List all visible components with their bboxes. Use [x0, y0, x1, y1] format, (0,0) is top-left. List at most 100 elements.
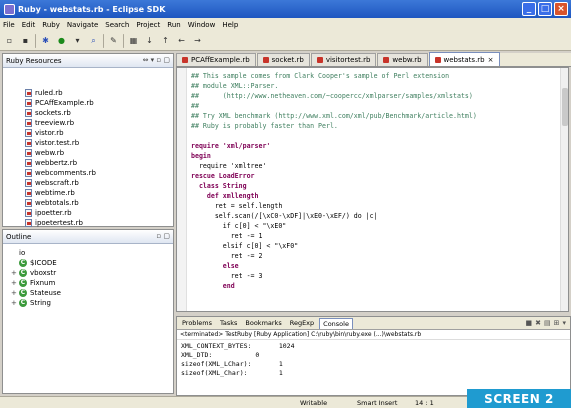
- ruby-file-icon: [25, 209, 32, 217]
- outline-view-menu-icon[interactable]: ▫ ▢: [156, 232, 170, 240]
- editor-tab[interactable]: webw.rb: [377, 53, 428, 66]
- minimize-button[interactable]: _: [522, 2, 536, 16]
- close-tab-icon[interactable]: ×: [488, 56, 494, 64]
- menu-search[interactable]: Search: [105, 21, 129, 29]
- code-line: ret -= 3: [191, 272, 263, 280]
- outline-item[interactable]: + Cvboxstr: [11, 268, 173, 278]
- editor-tab[interactable]: webstats.rb ×: [428, 52, 500, 66]
- editor-tab-bar: PCAffExample.rb socket.rb visitortest.rb we…: [176, 52, 571, 67]
- terminate-icon[interactable]: ■: [525, 319, 532, 327]
- expand-icon[interactable]: +: [11, 299, 17, 307]
- resource-file-item[interactable]: webtime.rb: [25, 188, 173, 198]
- outline-item[interactable]: io: [11, 248, 173, 258]
- resource-file-item[interactable]: vistor.rb: [25, 128, 173, 138]
- menu-bar: File Edit Ruby Navigate Search Project R…: [0, 18, 571, 31]
- outline-item[interactable]: + C String: [11, 298, 173, 308]
- ruby-file-icon: [25, 199, 32, 207]
- menu-navigate[interactable]: Navigate: [67, 21, 98, 29]
- console-tab[interactable]: RegExp: [287, 318, 317, 328]
- editor-scrollbar[interactable]: [560, 68, 568, 311]
- menu-ruby[interactable]: Ruby: [42, 21, 60, 29]
- class-icon: C: [19, 299, 27, 307]
- console-tab[interactable]: Problems: [179, 318, 215, 328]
- editor-tab-label: PCAffExample.rb: [191, 56, 250, 64]
- resource-file-item[interactable]: PCAffExample.rb: [25, 98, 173, 108]
- resource-file-item[interactable]: ruled.rb: [25, 88, 173, 98]
- expand-icon[interactable]: +: [11, 269, 17, 277]
- class-icon: C: [19, 259, 27, 267]
- resource-file-item[interactable]: vistor.test.rb: [25, 138, 173, 148]
- menu-window[interactable]: Window: [188, 21, 216, 29]
- toggle-icon[interactable]: ▦: [127, 34, 140, 47]
- resource-file-item[interactable]: webtotals.rb: [25, 198, 173, 208]
- outline-item[interactable]: + C Stateuse: [11, 288, 173, 298]
- class-icon: C: [19, 269, 27, 277]
- outline-item[interactable]: + C Fixnum: [11, 278, 173, 288]
- code-line: ## This sample comes from Clark Cooper's…: [191, 72, 450, 80]
- code-line: ret -= 2: [191, 252, 263, 260]
- ruby-file-icon: [25, 149, 32, 157]
- resource-file-item[interactable]: ipoetertest.rb: [25, 218, 173, 228]
- outline-item-label: $ICODE: [30, 259, 57, 267]
- menu-edit[interactable]: Edit: [22, 21, 36, 29]
- view-menu-icon[interactable]: ⇔ ▾ ▫ ▢: [143, 56, 170, 64]
- editor-tab[interactable]: visitortest.rb: [310, 53, 377, 66]
- outline-item-label: String: [30, 299, 51, 307]
- console-tab[interactable]: Console: [319, 317, 353, 329]
- run-icon[interactable]: ●: [55, 34, 68, 47]
- class-icon: C: [19, 279, 27, 287]
- editor-tab[interactable]: socket.rb: [256, 53, 310, 66]
- resource-file-item[interactable]: treeview.rb: [25, 118, 173, 128]
- resource-file-item[interactable]: sockets.rb: [25, 108, 173, 118]
- resource-file-label: vistor.rb: [35, 129, 64, 137]
- search-icon[interactable]: ⌕: [87, 34, 100, 47]
- outline-item-label: vboxstr: [30, 269, 57, 277]
- open-type-icon[interactable]: ✎: [107, 34, 120, 47]
- code-line: ## module XML::Parser.: [191, 82, 279, 90]
- screen-badge: SCREEN 2: [467, 389, 571, 408]
- resource-file-item[interactable]: webw.rb: [25, 148, 173, 158]
- resource-file-item[interactable]: webcomments.rb: [25, 168, 173, 178]
- code-editor[interactable]: ## This sample comes from Clark Cooper's…: [176, 67, 569, 312]
- status-cursor-position: 14 : 1: [415, 399, 434, 407]
- menu-file[interactable]: File: [3, 21, 15, 29]
- console-output[interactable]: XML_CONTEXT_BYTES: 1024 XML_DTD: 0 sizeof(…: [177, 340, 570, 380]
- expand-icon[interactable]: +: [11, 289, 17, 297]
- console-tab[interactable]: Tasks: [217, 318, 240, 328]
- back-icon[interactable]: ←: [175, 34, 188, 47]
- status-writable: Writable: [300, 399, 328, 407]
- debug-icon[interactable]: ✱: [39, 34, 52, 47]
- toolbar-separator: [103, 33, 104, 48]
- resource-file-label: ipoetertest.rb: [35, 219, 83, 227]
- menu-help[interactable]: Help: [222, 21, 238, 29]
- display-console-icon[interactable]: ▾: [562, 319, 566, 327]
- code-line: class String: [191, 182, 247, 190]
- resource-file-item[interactable]: webbertz.rb: [25, 158, 173, 168]
- expand-icon[interactable]: +: [11, 279, 17, 287]
- scrollbar-thumb[interactable]: [562, 88, 568, 126]
- forward-icon[interactable]: →: [191, 34, 204, 47]
- code-content[interactable]: ## This sample comes from Clark Cooper's…: [191, 71, 477, 291]
- outline-item[interactable]: C $ICODE: [11, 258, 173, 268]
- resource-file-item[interactable]: webscraft.rb: [25, 178, 173, 188]
- ruby-resources-tree: ruled.rb PCAffExample.rb sockets.rb treevie…: [3, 68, 173, 228]
- editor-tab[interactable]: PCAffExample.rb: [176, 53, 256, 66]
- pin-console-icon[interactable]: ⊞: [554, 319, 560, 327]
- close-button[interactable]: ×: [554, 2, 568, 16]
- menu-run[interactable]: Run: [167, 21, 180, 29]
- run-dropdown-icon[interactable]: ▾: [71, 34, 84, 47]
- class-icon: C: [19, 289, 27, 297]
- menu-project[interactable]: Project: [136, 21, 160, 29]
- code-line: if c[0] < "\xE0": [191, 222, 287, 230]
- console-output-line: XML_DTD: 0: [181, 351, 260, 359]
- remove-launch-icon[interactable]: ✖: [535, 319, 541, 327]
- maximize-button[interactable]: □: [538, 2, 552, 16]
- new-icon[interactable]: ▫: [3, 34, 16, 47]
- clear-console-icon[interactable]: ▤: [544, 319, 551, 327]
- ruby-file-icon: [25, 99, 32, 107]
- resource-file-item[interactable]: ipoetter.rb: [25, 208, 173, 218]
- console-tab[interactable]: Bookmarks: [242, 318, 284, 328]
- save-icon[interactable]: ▪: [19, 34, 32, 47]
- previous-annotation-icon[interactable]: ↑: [159, 34, 172, 47]
- next-annotation-icon[interactable]: ↓: [143, 34, 156, 47]
